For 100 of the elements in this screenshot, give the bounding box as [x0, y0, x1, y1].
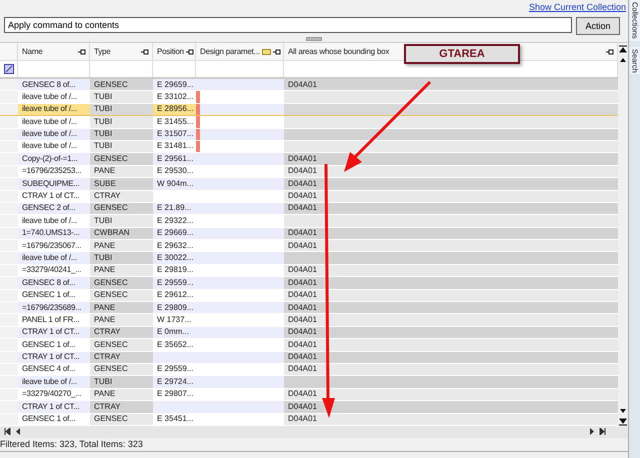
- table-cell: E 29530...: [157, 166, 194, 178]
- table-cell: PANE: [94, 166, 116, 178]
- table-cell: E 29632...: [157, 240, 194, 252]
- table-cell: E 29559...: [157, 364, 194, 376]
- table-cell: =16796/235689...: [22, 302, 82, 314]
- column-header[interactable]: Type: [90, 43, 153, 60]
- table-cell: CTRAY 1 of CT...: [22, 326, 80, 338]
- table-cell: E 29559...: [157, 277, 194, 289]
- table-cell: CTRAY: [94, 190, 121, 202]
- table-cell: =33279/40270_...: [22, 388, 82, 400]
- table-cell: PANE: [94, 240, 116, 252]
- table-cell: E 29561...: [157, 153, 194, 165]
- tag-icon: [262, 48, 271, 54]
- table-cell: TUBI: [94, 104, 112, 116]
- table-cell: D04A01: [288, 314, 317, 326]
- table-cell: CTRAY: [94, 352, 121, 363]
- scroll-bottom-icon[interactable]: [619, 418, 628, 426]
- table-cell: CTRAY 1 of CT...: [22, 190, 80, 202]
- splitter-grip[interactable]: [306, 36, 322, 40]
- table-cell: =16796/235253...: [22, 166, 82, 178]
- table-cell: D04A01: [288, 79, 317, 90]
- table-cell: GENSEC 8 of...: [22, 277, 76, 289]
- scroll-up-icon[interactable]: [619, 57, 628, 63]
- table-cell: ileave tube of /...: [22, 215, 77, 227]
- table-cell: ileave tube of /...: [22, 91, 77, 103]
- pin-icon[interactable]: [272, 48, 281, 54]
- show-collection-link[interactable]: Show Current Collection: [528, 2, 626, 12]
- previous-page-icon[interactable]: [16, 428, 21, 436]
- table-cell: ileave tube of /...: [22, 252, 77, 264]
- table-cell: E 35652...: [157, 339, 194, 351]
- last-page-icon[interactable]: [599, 428, 606, 436]
- table-cell: E 28956...: [157, 104, 194, 116]
- column-header[interactable]: Name: [18, 43, 90, 60]
- table-cell: D04A01: [288, 202, 317, 214]
- table-cell: D04A01: [288, 401, 317, 413]
- table-cell: ileave tube of /...: [22, 140, 77, 152]
- table-cell: GENSEC: [94, 290, 128, 301]
- table-cell: E 31481...: [157, 140, 194, 152]
- first-page-icon[interactable]: [4, 428, 11, 436]
- table-cell: GENSEC: [94, 277, 128, 289]
- table-cell: ileave tube of /...: [22, 116, 77, 128]
- table-cell: E 30022...: [157, 252, 194, 264]
- pin-icon[interactable]: [78, 48, 86, 54]
- action-button[interactable]: Action: [576, 17, 620, 35]
- table-cell: CWBRAN: [94, 228, 130, 240]
- table-cell: D04A01: [288, 190, 317, 202]
- table-cell: TUBI: [94, 215, 112, 227]
- table-cell: PANE: [94, 314, 116, 326]
- table-cell: D04A01: [288, 290, 317, 301]
- table-cell: TUBI: [94, 116, 112, 128]
- table-cell: D04A01: [288, 277, 317, 289]
- status-text: Filtered Items: 323, Total Items: 323: [0, 439, 143, 450]
- table-cell: E 29659...: [157, 79, 194, 90]
- table-cell: D04A01: [288, 352, 317, 363]
- table-cell: GENSEC: [94, 364, 128, 376]
- table-cell: D04A01: [288, 153, 317, 165]
- scroll-top-icon[interactable]: [619, 45, 628, 53]
- column-header[interactable]: Position: [153, 43, 196, 60]
- table-cell: E 29669...: [157, 228, 194, 240]
- table-cell: CTRAY: [94, 401, 121, 413]
- table-cell: D04A01: [288, 364, 317, 376]
- table-cell: PANE: [94, 302, 116, 314]
- table-cell: E 29612...: [157, 290, 194, 301]
- table-cell: TUBI: [94, 376, 112, 388]
- pin-icon[interactable]: [186, 48, 194, 54]
- filter-icon[interactable]: [4, 64, 14, 74]
- table-cell: E 21.89...: [157, 202, 192, 214]
- table-cell: E 29809...: [157, 302, 194, 314]
- column-header[interactable]: Design paramet...: [196, 43, 284, 60]
- table-cell: W 1737...: [157, 314, 192, 326]
- pin-icon[interactable]: [606, 48, 614, 54]
- table-cell: ileave tube of /...: [22, 104, 77, 116]
- table-cell: E 33102...: [157, 91, 194, 103]
- table-cell: CTRAY 1 of CT...: [22, 401, 80, 413]
- table-cell: Copy-(2)-of-=1...: [22, 153, 78, 165]
- table-cell: GENSEC 8 of...: [22, 79, 76, 90]
- table-cell: D04A01: [288, 166, 317, 178]
- table-cell: GENSEC 1 of...: [22, 290, 76, 301]
- table-cell: D04A01: [288, 339, 317, 351]
- table-cell: W 904m...: [157, 178, 194, 190]
- table-cell: ileave tube of /...: [22, 376, 77, 388]
- scroll-down-icon[interactable]: [619, 408, 628, 414]
- table-cell: TUBI: [94, 128, 112, 140]
- table-cell: D04A01: [288, 302, 317, 314]
- table-cell: GENSEC: [94, 339, 128, 351]
- table-cell: E 0mm...: [157, 326, 190, 338]
- pin-icon[interactable]: [141, 48, 149, 54]
- table-cell: E 29819...: [157, 264, 194, 276]
- table-cell: D04A01: [288, 178, 317, 190]
- table-cell: GENSEC 2 of...: [22, 202, 76, 214]
- table-cell: E 31507...: [157, 128, 194, 140]
- table-cell: CTRAY: [94, 326, 121, 338]
- command-field[interactable]: Apply command to contents: [4, 17, 572, 33]
- table-cell: D04A01: [288, 264, 317, 276]
- table-cell: PANEL 1 of FR...: [22, 314, 80, 326]
- table-cell: E 29807...: [157, 388, 194, 400]
- next-page-icon[interactable]: [589, 428, 594, 436]
- table-cell: TUBI: [94, 91, 112, 103]
- table-cell: D04A01: [288, 326, 317, 338]
- table-cell: GENSEC 1 of...: [22, 339, 76, 351]
